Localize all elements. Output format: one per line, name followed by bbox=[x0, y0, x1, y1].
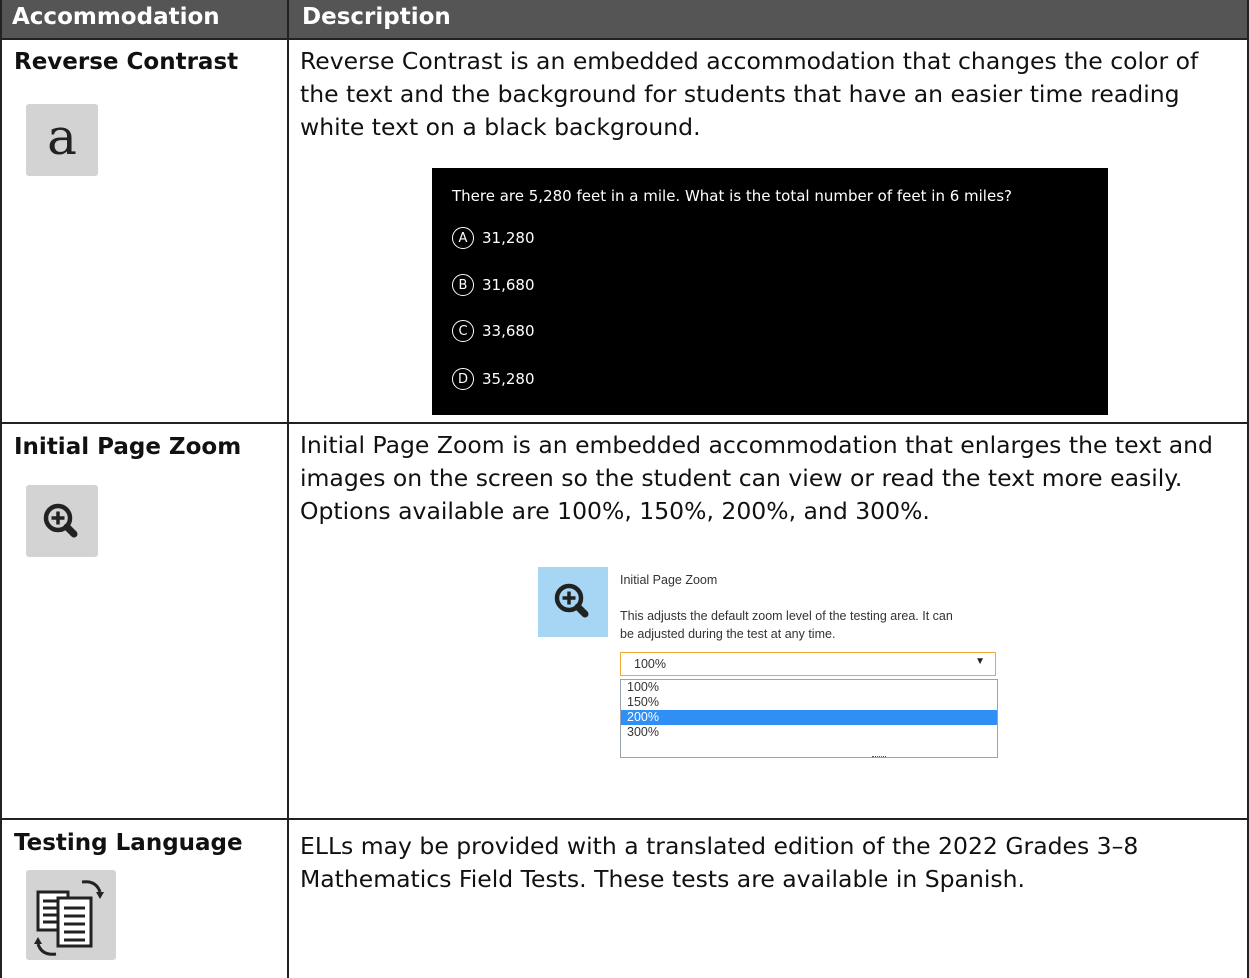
option-letter-circle: D bbox=[452, 368, 474, 390]
clipped-text-fragment bbox=[872, 756, 886, 760]
zoom-option-200[interactable]: 200% bbox=[621, 710, 997, 725]
zoom-option-100[interactable]: 100% bbox=[621, 680, 997, 695]
zoom-help-text-line1: This adjusts the default zoom level of t… bbox=[620, 609, 953, 623]
dropdown-arrow-icon: ▼ bbox=[975, 656, 985, 667]
accommodations-table: Accommodation Description Reverse Contra… bbox=[0, 0, 1249, 978]
zoom-in-icon-svg bbox=[43, 503, 78, 538]
zoom-option-150[interactable]: 150% bbox=[621, 695, 997, 710]
header-description: Description bbox=[302, 4, 451, 30]
zoom-option-300[interactable]: 300% bbox=[621, 725, 997, 740]
reverse-contrast-glyph: a bbox=[47, 108, 77, 166]
option-value: 31,280 bbox=[482, 229, 535, 247]
answer-option-a[interactable]: A 31,280 bbox=[452, 225, 535, 251]
header-accommodation: Accommodation bbox=[12, 4, 220, 30]
option-letter-circle: B bbox=[452, 274, 474, 296]
row-description-initial-page-zoom: Initial Page Zoom is an embedded accommo… bbox=[300, 431, 1213, 525]
row-name-reverse-contrast: Reverse Contrast bbox=[14, 49, 239, 75]
row-description-testing-language: ELLs may be provided with a translated e… bbox=[300, 832, 1139, 893]
reverse-contrast-a-icon: a bbox=[26, 104, 98, 176]
option-value: 33,680 bbox=[482, 322, 535, 340]
option-letter-circle: C bbox=[452, 320, 474, 342]
zoom-help-text-line2: be adjusted during the test at any time. bbox=[620, 627, 836, 641]
answer-option-c[interactable]: C 33,680 bbox=[452, 318, 535, 344]
row-name-initial-page-zoom: Initial Page Zoom bbox=[14, 434, 242, 460]
zoom-options-list: 100% 150% 200% 300% bbox=[620, 679, 998, 758]
option-letter-circle: A bbox=[452, 227, 474, 249]
row-description-reverse-contrast: Reverse Contrast is an embedded accommod… bbox=[300, 47, 1199, 141]
row-name-testing-language: Testing Language bbox=[14, 830, 243, 856]
zoom-level-select[interactable]: 100% ▼ bbox=[620, 652, 996, 676]
zoom-in-icon bbox=[538, 567, 608, 637]
answer-option-b[interactable]: B 31,680 bbox=[452, 272, 535, 298]
option-value: 35,280 bbox=[482, 370, 535, 388]
zoom-in-icon bbox=[26, 485, 98, 557]
option-value: 31,680 bbox=[482, 276, 535, 294]
reverse-contrast-sample: There are 5,280 feet in a mile. What is … bbox=[432, 168, 1108, 415]
sample-question: There are 5,280 feet in a mile. What is … bbox=[452, 187, 1012, 205]
zoom-in-icon-svg bbox=[554, 583, 589, 618]
translate-document-icon bbox=[26, 870, 116, 960]
zoom-setting-title: Initial Page Zoom bbox=[620, 573, 718, 587]
answer-option-d[interactable]: D 35,280 bbox=[452, 366, 535, 392]
translate-document-icon-svg bbox=[34, 880, 104, 956]
zoom-select-value: 100% bbox=[634, 657, 666, 671]
